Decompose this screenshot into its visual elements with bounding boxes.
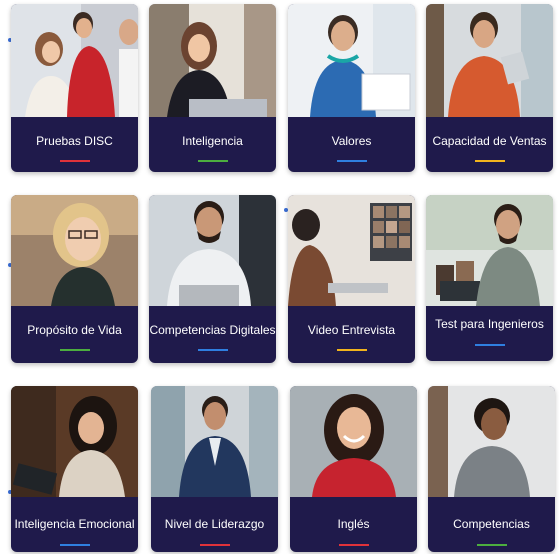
card-label: Capacidad de Ventas: [432, 134, 547, 148]
card-accent-bar: [474, 160, 505, 162]
man-headphones-photo: [288, 4, 415, 117]
card-label: Competencias Digitales: [149, 323, 276, 337]
card-label: Video Entrevista: [307, 323, 396, 337]
card-accent-bar: [199, 544, 230, 546]
card-label: Nivel de Liderazgo: [164, 517, 265, 531]
woman-tablet-photo: [11, 386, 138, 497]
test-card-valores[interactable]: Valores: [288, 4, 415, 172]
man-laptop-headset-photo: [149, 195, 276, 306]
test-card-ingles[interactable]: Inglés: [290, 386, 417, 552]
test-card-capacidad-de-ventas[interactable]: Capacidad de Ventas: [426, 4, 553, 172]
test-card-video-entrevista[interactable]: Video Entrevista: [288, 195, 415, 363]
video-call-photo: [288, 195, 415, 306]
card-label: Competencias: [453, 517, 530, 531]
test-card-nivel-de-liderazgo[interactable]: Nivel de Liderazgo: [151, 386, 278, 552]
card-label: Inteligencia Emocional: [14, 517, 135, 531]
card-accent-bar: [197, 349, 228, 351]
card-label: Valores: [331, 134, 372, 148]
card-accent-bar: [474, 344, 505, 346]
card-label: Test para Ingenieros: [435, 317, 544, 331]
man-curly-hair-photo: [428, 386, 555, 497]
card-accent-bar: [336, 160, 367, 162]
test-card-proposito-de-vida[interactable]: Propósito de Vida: [11, 195, 138, 363]
test-card-pruebas-disc[interactable]: Pruebas DISC: [11, 4, 138, 172]
card-accent-bar: [59, 544, 90, 546]
card-accent-bar: [338, 544, 369, 546]
card-label: Pruebas DISC: [36, 134, 113, 148]
woman-laptop-photo: [149, 4, 276, 117]
test-card-inteligencia-emocional[interactable]: Inteligencia Emocional: [11, 386, 138, 552]
test-card-inteligencia[interactable]: Inteligencia: [149, 4, 276, 172]
woman-glasses-photo: [11, 195, 138, 306]
test-card-competencias[interactable]: Competencias: [428, 386, 555, 552]
test-card-test-para-ingenieros[interactable]: Test para Ingenieros: [426, 195, 553, 361]
card-accent-bar: [59, 349, 90, 351]
card-accent-bar: [336, 349, 367, 351]
test-card-competencias-digitales[interactable]: Competencias Digitales: [149, 195, 276, 363]
card-label: Propósito de Vida: [27, 323, 122, 337]
engineer-office-photo: [426, 195, 553, 306]
card-label: Inglés: [337, 517, 370, 531]
card-accent-bar: [476, 544, 507, 546]
card-label: Inteligencia: [182, 134, 243, 148]
woman-smiling-photo: [290, 386, 417, 497]
card-accent-bar: [59, 160, 90, 162]
group-meeting-photo: [11, 4, 138, 117]
card-accent-bar: [197, 160, 228, 162]
man-tablet-photo: [426, 4, 553, 117]
man-suit-photo: [151, 386, 278, 497]
